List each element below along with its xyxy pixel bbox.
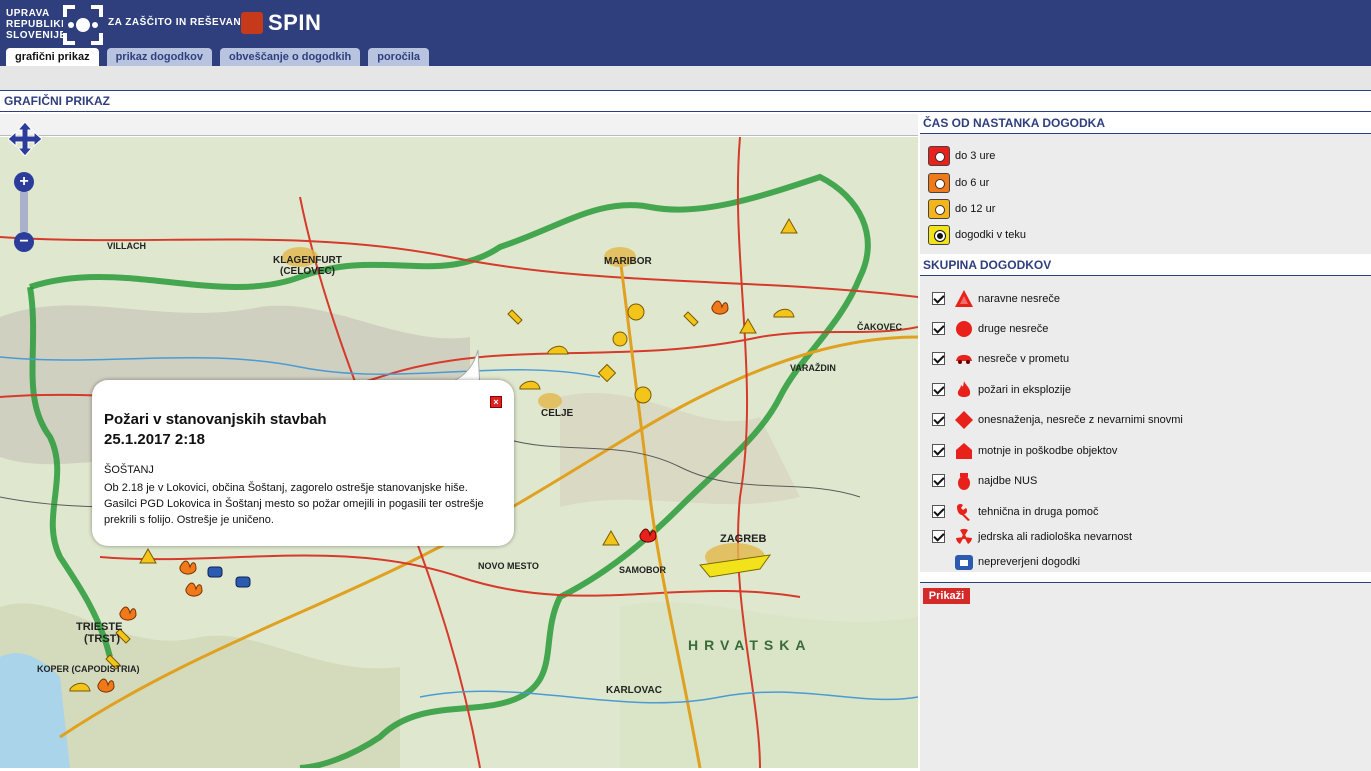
map-label-maribor: MARIBOR xyxy=(604,256,652,267)
group-label: druge nesreče xyxy=(978,323,1049,335)
map-label-karlovac: KARLOVAC xyxy=(606,685,662,696)
time-label: do 3 ure xyxy=(955,150,996,162)
popup-place: ŠOŠTANJ xyxy=(104,464,154,476)
logo-line-1: UPRAVA xyxy=(6,8,50,19)
popup-title-line-2: 25.1.2017 2:18 xyxy=(104,431,205,448)
group-label: nesreče v prometu xyxy=(978,353,1070,365)
triangle-hazard-icon xyxy=(955,290,973,307)
group-label: tehnična in druga pomoč xyxy=(978,506,1099,518)
page-title: GRAFIČNI PRIKAZ xyxy=(4,94,110,108)
circle-icon xyxy=(956,321,972,337)
map-label-celje: CELJE xyxy=(541,408,574,419)
event-popup: × Požari v stanovanjskih stavbah 25.1.20… xyxy=(92,380,514,546)
group-checkbox[interactable] xyxy=(932,530,945,543)
house-icon xyxy=(956,443,972,459)
show-button[interactable]: Prikaži xyxy=(923,588,970,604)
car-icon xyxy=(956,355,972,364)
map-label-varazdin: VARAŽDIN xyxy=(790,363,836,373)
group-checkbox[interactable] xyxy=(932,383,945,396)
spin-logo-icon xyxy=(241,12,263,34)
time-heading: ČAS OD NASTANKA DOGODKA xyxy=(923,116,1105,130)
group-heading-bar: SKUPINA DOGODKOV xyxy=(920,254,1371,276)
toolbar-strip xyxy=(0,66,1371,90)
group-heading: SKUPINA DOGODKOV xyxy=(923,258,1052,272)
fire-icon xyxy=(957,381,971,397)
zoom-control: + − xyxy=(14,172,34,252)
group-checkbox[interactable] xyxy=(932,413,945,426)
logo-line-3: SLOVENIJE xyxy=(6,30,67,41)
app-header: UPRAVA REPUBLIKE SLOVENIJE ZA ZAŠČITO IN… xyxy=(0,0,1371,66)
map-label-klagenfurt: KLAGENFURT xyxy=(273,255,342,266)
time-label: do 6 ur xyxy=(955,177,990,189)
group-checkbox[interactable] xyxy=(932,352,945,365)
diamond-icon xyxy=(955,411,973,429)
group-checkbox[interactable] xyxy=(932,474,945,487)
time-swatch-6h xyxy=(928,173,950,193)
time-swatch-12h xyxy=(928,199,950,219)
group-label: motnje in poškodbe objektov xyxy=(978,445,1118,457)
zoom-in-button[interactable]: + xyxy=(14,172,34,192)
popup-close-button[interactable]: × xyxy=(490,396,502,408)
map-label-trst: (TRST) xyxy=(84,633,121,645)
map-label-zagreb: ZAGREB xyxy=(720,533,767,545)
time-heading-bar: ČAS OD NASTANKA DOGODKA xyxy=(920,112,1371,134)
zoom-out-button[interactable]: − xyxy=(14,232,34,252)
group-checkbox[interactable] xyxy=(932,505,945,518)
map-label-trieste: TRIESTE xyxy=(76,621,123,633)
filter-sidebar: ČAS OD NASTANKA DOGODKA do 3 ure do 6 ur… xyxy=(920,112,1371,771)
map-label-celovec: (CELOVEC) xyxy=(280,266,335,277)
group-label: naravne nesreče xyxy=(978,293,1060,305)
group-checkbox[interactable] xyxy=(932,292,945,305)
map-label-hrvatska: HRVATSKA xyxy=(688,637,812,653)
group-label: požari in eksplozije xyxy=(978,384,1071,396)
time-swatch-3h xyxy=(928,146,950,166)
popup-title: Požari v stanovanjskih stavbah 25.1.2017… xyxy=(104,410,484,450)
app-name: SPIN xyxy=(268,10,322,35)
map-label-samobor: SAMOBOR xyxy=(619,565,666,575)
tab-obvescanje[interactable]: obveščanje o dogodkih xyxy=(219,48,361,66)
group-label: nepreverjeni dogodki xyxy=(978,556,1081,568)
group-checkbox[interactable] xyxy=(932,444,945,457)
radiation-icon xyxy=(956,528,972,544)
map-label-villach: VILLACH xyxy=(107,241,146,251)
map-label-cakovec: ČAKOVEC xyxy=(857,322,903,332)
logo-line-2: REPUBLIKE xyxy=(6,19,69,30)
tab-prikaz-dogodkov[interactable]: prikaz dogodkov xyxy=(106,48,212,66)
logo-org-text: ZA ZAŠČITO IN REŠEVANJE xyxy=(108,17,255,28)
zoom-slider[interactable] xyxy=(20,192,28,232)
phone-icon xyxy=(955,555,973,570)
time-label: do 12 ur xyxy=(955,203,996,215)
tab-bar: grafični prikaz prikaz dogodkov obveščan… xyxy=(6,48,430,66)
popup-title-line-1: Požari v stanovanjskih stavbah xyxy=(104,411,327,428)
page-title-bar: GRAFIČNI PRIKAZ xyxy=(0,90,1371,112)
map-label-novo-mesto: NOVO MESTO xyxy=(478,561,539,571)
time-swatch-ongoing xyxy=(928,225,950,245)
time-label: dogodki v teku xyxy=(955,229,1026,241)
logo-text: UPRAVA REPUBLIKE SLOVENIJE xyxy=(6,8,68,41)
bomb-icon xyxy=(958,473,970,490)
pan-control[interactable] xyxy=(8,122,42,156)
map-toolbar xyxy=(0,114,918,136)
urszr-logo-icon xyxy=(63,5,103,45)
group-label: jedrska ali radiološka nevarnost xyxy=(978,531,1133,543)
group-label: najdbe NUS xyxy=(978,475,1038,487)
group-checkbox[interactable] xyxy=(932,322,945,335)
sidebar-divider xyxy=(920,572,1371,583)
tab-porocila[interactable]: poročila xyxy=(368,48,430,66)
map-label-koper: KOPER (CAPODISTRIA) xyxy=(37,664,140,674)
wrench-icon xyxy=(957,503,970,521)
popup-description: Ob 2.18 je v Lokovici, občina Šoštanj, z… xyxy=(104,482,484,526)
group-label: onesnaženja, nesreče z nevarnimi snovmi xyxy=(978,414,1183,426)
tab-graficni-prikaz[interactable]: grafični prikaz xyxy=(6,48,99,66)
